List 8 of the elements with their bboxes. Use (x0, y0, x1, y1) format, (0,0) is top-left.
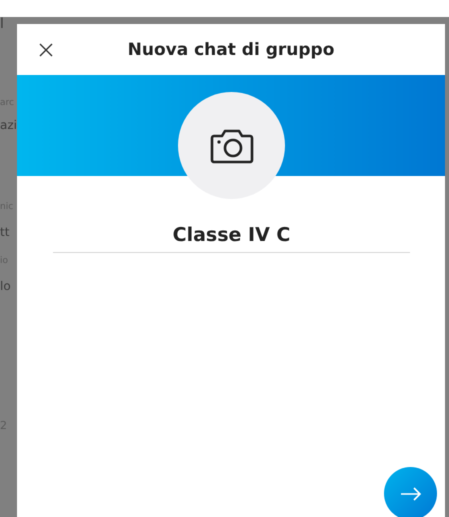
next-button[interactable] (384, 467, 437, 517)
camera-icon (210, 128, 254, 164)
field-value: lo (0, 280, 12, 292)
arrow-icon (400, 486, 422, 500)
field-value: tt (0, 226, 10, 238)
dialog-title: Nuova chat di gruppo (128, 40, 334, 60)
field-value: azi (0, 119, 17, 131)
page-heading: l (0, 17, 5, 31)
